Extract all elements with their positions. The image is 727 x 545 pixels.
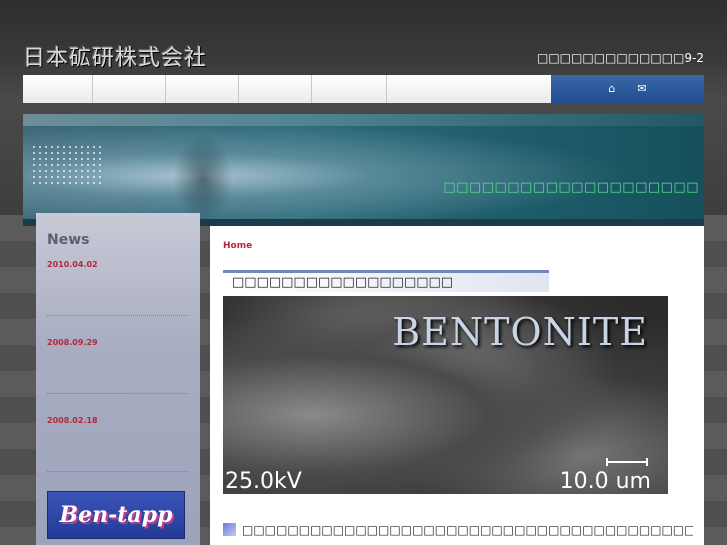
news-sidebar: News 2010.04.02 2008.09.29 2008.02.18 Be…: [36, 213, 200, 545]
intro-text: □□□□□□□□□□□□□□□□□□□□□□□□□□□□□□□□□□□□□□□□…: [242, 523, 693, 537]
photo-scale-label: 10.0 um: [559, 469, 651, 494]
section-title: □□□□□□□□□□□□□□□□□□: [223, 270, 549, 292]
news-item-date[interactable]: 2010.04.02: [47, 260, 98, 269]
breadcrumb[interactable]: Home: [223, 241, 252, 251]
sidebar-title: News: [47, 232, 90, 248]
hero-highlight-stripe: [23, 114, 704, 126]
site-logo[interactable]: 日本砿研株式会社: [23, 40, 207, 71]
news-divider: [47, 471, 188, 472]
hero-banner: □□□□□□□□□□□□□□□□□□□□: [23, 114, 704, 226]
news-item-date[interactable]: 2008.09.29: [47, 338, 98, 347]
nav-item-3[interactable]: [166, 75, 239, 103]
nav-item-1[interactable]: [23, 75, 93, 103]
intro-paragraph: □□□□□□□□□□□□□□□□□□□□□□□□□□□□□□□□□□□□□□□□…: [223, 523, 693, 537]
main-content: Home □□□□□□□□□□□□□□□□□□ BENTONITE 25.0kV…: [210, 226, 704, 545]
nav-item-2[interactable]: [93, 75, 166, 103]
hero-dot-pattern: [31, 144, 101, 184]
bentapp-banner[interactable]: Ben-tapp: [47, 491, 185, 539]
nav-item-4[interactable]: [239, 75, 312, 103]
news-item-date[interactable]: 2008.02.18: [47, 416, 98, 425]
news-divider: [47, 393, 188, 394]
header-address: □□□□□□□□□□□□□9-2: [537, 51, 704, 65]
photo-title: BENTONITE: [392, 310, 648, 354]
nav-icon-group: ⌂ ✉: [551, 75, 704, 103]
bullet-square-icon: [223, 523, 236, 536]
photo-voltage-label: 25.0kV: [225, 469, 302, 494]
nav-item-5[interactable]: [312, 75, 387, 103]
mail-icon[interactable]: ✉: [637, 75, 646, 103]
bentapp-banner-text: Ben-tapp: [59, 502, 173, 528]
hero-figure-silhouette: [173, 134, 233, 224]
scale-bar: [606, 458, 648, 466]
hero-tagline: □□□□□□□□□□□□□□□□□□□□: [443, 180, 699, 195]
news-divider: [47, 315, 188, 316]
bentonite-sem-image: BENTONITE 25.0kV 10.0 um: [223, 296, 668, 494]
main-navigation: ⌂ ✉: [23, 75, 704, 103]
home-icon[interactable]: ⌂: [608, 75, 615, 103]
